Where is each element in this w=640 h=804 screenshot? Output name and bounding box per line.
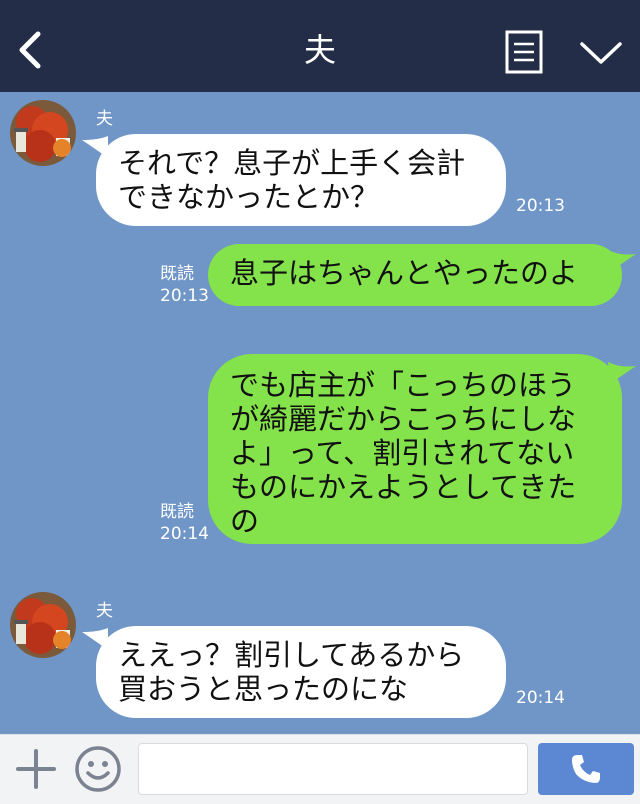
memo-icon <box>505 30 543 74</box>
bubble-tail <box>608 362 636 384</box>
message-bubble-outgoing[interactable]: 息子はちゃんとやったのよ <box>208 244 622 306</box>
message-time: 20:14 <box>516 688 565 708</box>
chat-message-list[interactable]: 夫 それで？息子が上手く会計 できなかったとか？ 20:13 既読 20:13 … <box>0 92 640 734</box>
read-receipt: 既読 <box>160 502 194 522</box>
message-bubble-incoming[interactable]: ええっ？割引してあるから 買おうと思ったのにな <box>96 626 506 718</box>
chat-header: 夫 <box>0 0 640 92</box>
sender-name: 夫 <box>96 601 113 621</box>
message-line: それで？息子が上手く会計 <box>118 146 466 180</box>
message-bubble-outgoing[interactable]: でも店主が「こっちのほう が綺麗だからこっちにしな よ」って、割引されてない も… <box>208 354 622 544</box>
chat-title: 夫 <box>303 31 336 69</box>
message-line: ええっ？割引してあるから <box>118 638 465 672</box>
avatar-image-icon <box>10 100 76 166</box>
message-line: できなかったとか？ <box>118 180 380 214</box>
message-time: 20:13 <box>516 196 565 216</box>
message-line: 息子はちゃんとやったのよ <box>230 256 579 290</box>
memo-button[interactable] <box>504 30 544 74</box>
message-composer <box>0 734 640 804</box>
avatar[interactable] <box>10 592 76 658</box>
smiley-icon <box>75 746 121 792</box>
menu-dropdown-button[interactable] <box>576 36 626 72</box>
call-button[interactable] <box>538 743 634 795</box>
chevron-down-icon <box>580 42 622 64</box>
phone-icon <box>572 755 600 783</box>
avatar[interactable] <box>10 100 76 166</box>
read-receipt: 既読 <box>160 264 194 284</box>
message-input[interactable] <box>138 743 528 795</box>
message-line: が綺麗だからこっちにしな <box>230 402 576 436</box>
message-bubble-incoming[interactable]: それで？息子が上手く会計 できなかったとか？ <box>96 134 506 226</box>
avatar-image-icon <box>10 592 76 658</box>
message-line: 買おうと思ったのにな <box>118 672 409 706</box>
bubble-tail <box>608 250 636 272</box>
message-line: ものにかえようとしてきた <box>230 470 577 504</box>
message-line: よ」って、割引されてない <box>230 436 575 470</box>
plus-icon <box>16 749 56 789</box>
message-time: 20:14 <box>160 524 209 544</box>
message-line: の <box>230 504 260 538</box>
message-line: でも店主が「こっちのほう <box>230 368 576 402</box>
emoji-button[interactable] <box>74 745 122 793</box>
add-attachment-button[interactable] <box>14 747 58 791</box>
message-time: 20:13 <box>160 286 209 306</box>
sender-name: 夫 <box>96 109 113 129</box>
